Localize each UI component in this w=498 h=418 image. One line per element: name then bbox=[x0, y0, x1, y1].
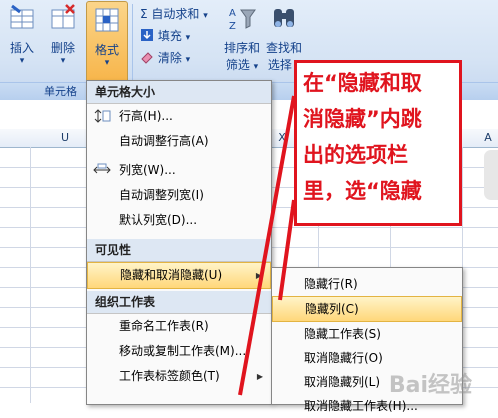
watermark: Bai经验 bbox=[388, 373, 472, 398]
annotation-pointer-lines bbox=[238, 95, 296, 396]
pointer-line-to-hide-columns bbox=[278, 199, 296, 301]
